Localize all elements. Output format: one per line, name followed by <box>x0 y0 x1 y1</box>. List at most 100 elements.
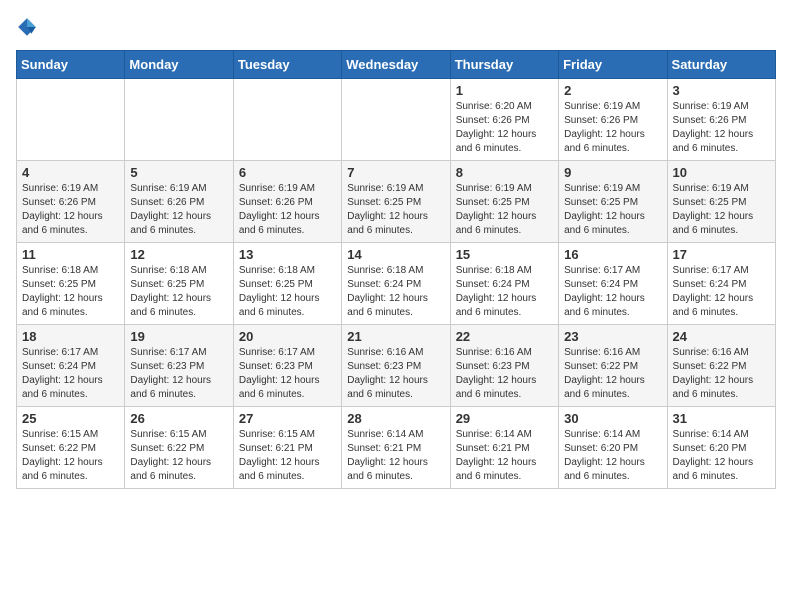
day-info: Sunrise: 6:16 AM Sunset: 6:23 PM Dayligh… <box>347 346 444 402</box>
calendar-cell: 20 Sunrise: 6:17 AM Sunset: 6:23 PM Dayli… <box>233 325 341 407</box>
day-number: 25 <box>22 411 119 426</box>
calendar-cell: 13 Sunrise: 6:18 AM Sunset: 6:25 PM Dayli… <box>233 243 341 325</box>
calendar-cell: 6Sunrise: 6:19 AM Sunset: 6:26 PM Daylig… <box>233 161 341 243</box>
calendar-cell: 19Sunrise: 6:17 AM Sunset: 6:23 PM Dayli… <box>125 325 233 407</box>
day-number: 9 <box>564 165 661 180</box>
day-number: 22 <box>456 329 553 344</box>
day-number: 17 <box>673 247 770 262</box>
day-info: Sunrise: 6:17 AM Sunset: 6:24 PM Dayligh… <box>564 264 661 320</box>
day-number: 31 <box>673 411 770 426</box>
day-number: 12 <box>130 247 227 262</box>
day-info: Sunrise: 6:17 AM Sunset: 6:24 PM Dayligh… <box>22 346 119 402</box>
day-info: Sunrise: 6:19 AM Sunset: 6:25 PM Dayligh… <box>347 182 444 238</box>
page-header <box>16 16 776 38</box>
calendar-cell: 27 Sunrise: 6:15 AM Sunset: 6:21 PM Dayli… <box>233 407 341 489</box>
day-number: 5 <box>130 165 227 180</box>
calendar-cell: 5 Sunrise: 6:19 AM Sunset: 6:26 PM Daylig… <box>125 161 233 243</box>
day-info: Sunrise: 6:15 AM Sunset: 6:22 PM Dayligh… <box>130 428 227 484</box>
day-info: Sunrise: 6:19 AM Sunset: 6:25 PM Dayligh… <box>456 182 553 238</box>
day-info: Sunrise: 6:19 AM Sunset: 6:26 PM Dayligh… <box>130 182 227 238</box>
day-info: Sunrise: 6:18 AM Sunset: 6:25 PM Dayligh… <box>22 264 119 320</box>
calendar-cell: 1Sunrise: 6:20 AM Sunset: 6:26 PM Daylig… <box>450 79 558 161</box>
day-number: 26 <box>130 411 227 426</box>
calendar-cell: 30Sunrise: 6:14 AM Sunset: 6:20 PM Dayli… <box>559 407 667 489</box>
day-info: Sunrise: 6:19 AM Sunset: 6:26 PM Dayligh… <box>22 182 119 238</box>
day-number: 7 <box>347 165 444 180</box>
day-info: Sunrise: 6:16 AM Sunset: 6:22 PM Dayligh… <box>564 346 661 402</box>
calendar-cell: 21 Sunrise: 6:16 AM Sunset: 6:23 PM Dayli… <box>342 325 450 407</box>
calendar-cell <box>342 79 450 161</box>
calendar-cell: 14 Sunrise: 6:18 AM Sunset: 6:24 PM Dayli… <box>342 243 450 325</box>
calendar-week-row: 18 Sunrise: 6:17 AM Sunset: 6:24 PM Dayli… <box>17 325 776 407</box>
day-number: 4 <box>22 165 119 180</box>
calendar-cell <box>125 79 233 161</box>
day-info: Sunrise: 6:16 AM Sunset: 6:22 PM Dayligh… <box>673 346 770 402</box>
weekday-header: Friday <box>559 51 667 79</box>
calendar-table: SundayMondayTuesdayWednesdayThursdayFrid… <box>16 50 776 489</box>
day-number: 13 <box>239 247 336 262</box>
calendar-week-row: 4 Sunrise: 6:19 AM Sunset: 6:26 PM Daylig… <box>17 161 776 243</box>
day-info: Sunrise: 6:19 AM Sunset: 6:26 PM Dayligh… <box>564 100 661 156</box>
weekday-header: Monday <box>125 51 233 79</box>
day-info: Sunrise: 6:18 AM Sunset: 6:24 PM Dayligh… <box>347 264 444 320</box>
calendar-cell: 24 Sunrise: 6:16 AM Sunset: 6:22 PM Dayli… <box>667 325 775 407</box>
calendar-cell: 16 Sunrise: 6:17 AM Sunset: 6:24 PM Dayli… <box>559 243 667 325</box>
calendar-cell: 25 Sunrise: 6:15 AM Sunset: 6:22 PM Dayli… <box>17 407 125 489</box>
calendar-cell: 18 Sunrise: 6:17 AM Sunset: 6:24 PM Dayli… <box>17 325 125 407</box>
calendar-cell: 2 Sunrise: 6:19 AM Sunset: 6:26 PM Daylig… <box>559 79 667 161</box>
day-number: 30 <box>564 411 661 426</box>
day-number: 16 <box>564 247 661 262</box>
day-info: Sunrise: 6:14 AM Sunset: 6:21 PM Dayligh… <box>456 428 553 484</box>
calendar-cell: 29 Sunrise: 6:14 AM Sunset: 6:21 PM Dayli… <box>450 407 558 489</box>
day-info: Sunrise: 6:16 AM Sunset: 6:23 PM Dayligh… <box>456 346 553 402</box>
day-info: Sunrise: 6:17 AM Sunset: 6:23 PM Dayligh… <box>239 346 336 402</box>
day-info: Sunrise: 6:18 AM Sunset: 6:25 PM Dayligh… <box>239 264 336 320</box>
day-info: Sunrise: 6:19 AM Sunset: 6:25 PM Dayligh… <box>673 182 770 238</box>
logo-icon <box>16 16 38 38</box>
calendar-cell <box>17 79 125 161</box>
day-info: Sunrise: 6:20 AM Sunset: 6:26 PM Dayligh… <box>456 100 553 156</box>
calendar-cell: 4 Sunrise: 6:19 AM Sunset: 6:26 PM Daylig… <box>17 161 125 243</box>
calendar-cell: 28Sunrise: 6:14 AM Sunset: 6:21 PM Dayli… <box>342 407 450 489</box>
day-number: 28 <box>347 411 444 426</box>
weekday-header: Saturday <box>667 51 775 79</box>
day-number: 27 <box>239 411 336 426</box>
day-info: Sunrise: 6:17 AM Sunset: 6:24 PM Dayligh… <box>673 264 770 320</box>
day-number: 8 <box>456 165 553 180</box>
day-info: Sunrise: 6:18 AM Sunset: 6:25 PM Dayligh… <box>130 264 227 320</box>
day-number: 23 <box>564 329 661 344</box>
calendar-cell: 11 Sunrise: 6:18 AM Sunset: 6:25 PM Dayli… <box>17 243 125 325</box>
day-number: 15 <box>456 247 553 262</box>
day-info: Sunrise: 6:19 AM Sunset: 6:26 PM Dayligh… <box>673 100 770 156</box>
day-number: 11 <box>22 247 119 262</box>
calendar-header-row: SundayMondayTuesdayWednesdayThursdayFrid… <box>17 51 776 79</box>
weekday-header: Sunday <box>17 51 125 79</box>
weekday-header: Thursday <box>450 51 558 79</box>
calendar-cell: 15 Sunrise: 6:18 AM Sunset: 6:24 PM Dayli… <box>450 243 558 325</box>
day-number: 20 <box>239 329 336 344</box>
day-number: 18 <box>22 329 119 344</box>
calendar-cell: 10 Sunrise: 6:19 AM Sunset: 6:25 PM Dayli… <box>667 161 775 243</box>
day-number: 2 <box>564 83 661 98</box>
day-number: 21 <box>347 329 444 344</box>
calendar-cell: 8 Sunrise: 6:19 AM Sunset: 6:25 PM Daylig… <box>450 161 558 243</box>
calendar-week-row: 1Sunrise: 6:20 AM Sunset: 6:26 PM Daylig… <box>17 79 776 161</box>
day-info: Sunrise: 6:15 AM Sunset: 6:22 PM Dayligh… <box>22 428 119 484</box>
day-number: 29 <box>456 411 553 426</box>
day-number: 10 <box>673 165 770 180</box>
calendar-cell: 22 Sunrise: 6:16 AM Sunset: 6:23 PM Dayli… <box>450 325 558 407</box>
day-number: 24 <box>673 329 770 344</box>
day-info: Sunrise: 6:18 AM Sunset: 6:24 PM Dayligh… <box>456 264 553 320</box>
calendar-cell: 3Sunrise: 6:19 AM Sunset: 6:26 PM Daylig… <box>667 79 775 161</box>
day-info: Sunrise: 6:19 AM Sunset: 6:25 PM Dayligh… <box>564 182 661 238</box>
calendar-cell: 7 Sunrise: 6:19 AM Sunset: 6:25 PM Daylig… <box>342 161 450 243</box>
weekday-header: Tuesday <box>233 51 341 79</box>
calendar-cell: 9 Sunrise: 6:19 AM Sunset: 6:25 PM Daylig… <box>559 161 667 243</box>
calendar-cell: 31Sunrise: 6:14 AM Sunset: 6:20 PM Dayli… <box>667 407 775 489</box>
day-number: 14 <box>347 247 444 262</box>
day-info: Sunrise: 6:15 AM Sunset: 6:21 PM Dayligh… <box>239 428 336 484</box>
day-number: 19 <box>130 329 227 344</box>
calendar-week-row: 25 Sunrise: 6:15 AM Sunset: 6:22 PM Dayli… <box>17 407 776 489</box>
weekday-header: Wednesday <box>342 51 450 79</box>
calendar-cell: 26 Sunrise: 6:15 AM Sunset: 6:22 PM Dayli… <box>125 407 233 489</box>
